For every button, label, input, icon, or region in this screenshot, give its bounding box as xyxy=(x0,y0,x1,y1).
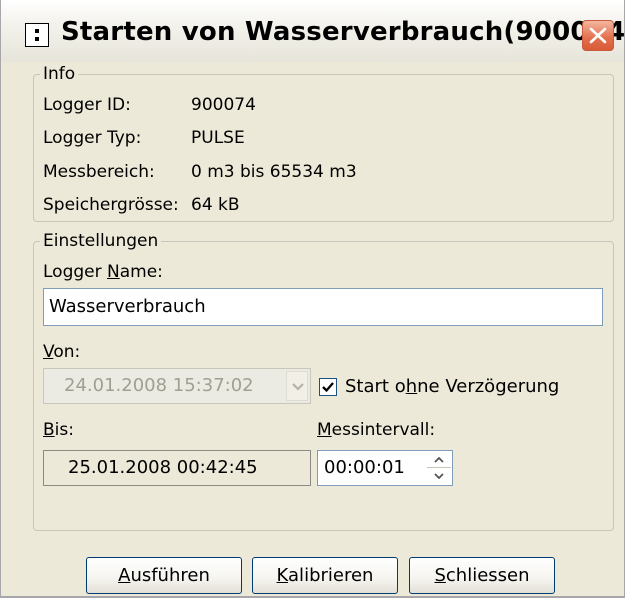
memory-value: 64 kB xyxy=(191,195,240,215)
logger-name-input[interactable]: Wasserverbrauch xyxy=(43,288,603,326)
memory-label: Speichergrösse: xyxy=(43,195,179,215)
start-immediately-label[interactable]: Start ohne Verzögerung xyxy=(345,377,559,397)
bis-value: 25.01.2008 00:42:45 xyxy=(68,457,258,478)
interval-value: 00:00:01 xyxy=(324,457,405,478)
bis-label: Bis: xyxy=(43,420,74,440)
close-button[interactable]: Schliessen xyxy=(409,557,555,594)
info-legend: Info xyxy=(40,64,79,84)
window-title: Starten von Wasserverbrauch(900074) xyxy=(61,17,625,47)
dialog-window: Starten von Wasserverbrauch(900074) Info… xyxy=(0,0,625,598)
range-label: Messbereich: xyxy=(43,162,155,182)
interval-label: Messintervall: xyxy=(317,420,436,440)
start-immediately-checkbox[interactable] xyxy=(319,378,337,396)
spin-down-icon[interactable] xyxy=(427,468,451,484)
settings-legend: Einstellungen xyxy=(40,231,162,251)
chevron-down-icon[interactable] xyxy=(286,371,308,401)
logger-id-label: Logger ID: xyxy=(43,95,131,115)
range-value: 0 m3 bis 65534 m3 xyxy=(191,162,357,182)
interval-stepper[interactable]: 00:00:01 xyxy=(317,450,453,486)
von-datetime-picker[interactable]: 24.01.2008 15:37:02 xyxy=(43,368,311,404)
run-button[interactable]: Ausführen xyxy=(86,557,242,594)
logger-name-label: Logger Name: xyxy=(43,262,163,282)
close-icon[interactable] xyxy=(582,20,614,51)
von-label: Von: xyxy=(43,342,81,362)
logger-type-value: PULSE xyxy=(191,128,245,148)
logger-id-value: 900074 xyxy=(191,95,256,115)
calibrate-button[interactable]: Kalibrieren xyxy=(252,557,398,594)
spin-up-icon[interactable] xyxy=(427,452,451,468)
sysmenu-icon[interactable] xyxy=(25,23,49,47)
title-bar[interactable]: Starten von Wasserverbrauch(900074) xyxy=(1,0,625,62)
logger-type-label: Logger Typ: xyxy=(43,128,142,148)
bis-value-field: 25.01.2008 00:42:45 xyxy=(43,450,311,486)
von-value: 24.01.2008 15:37:02 xyxy=(64,375,254,396)
